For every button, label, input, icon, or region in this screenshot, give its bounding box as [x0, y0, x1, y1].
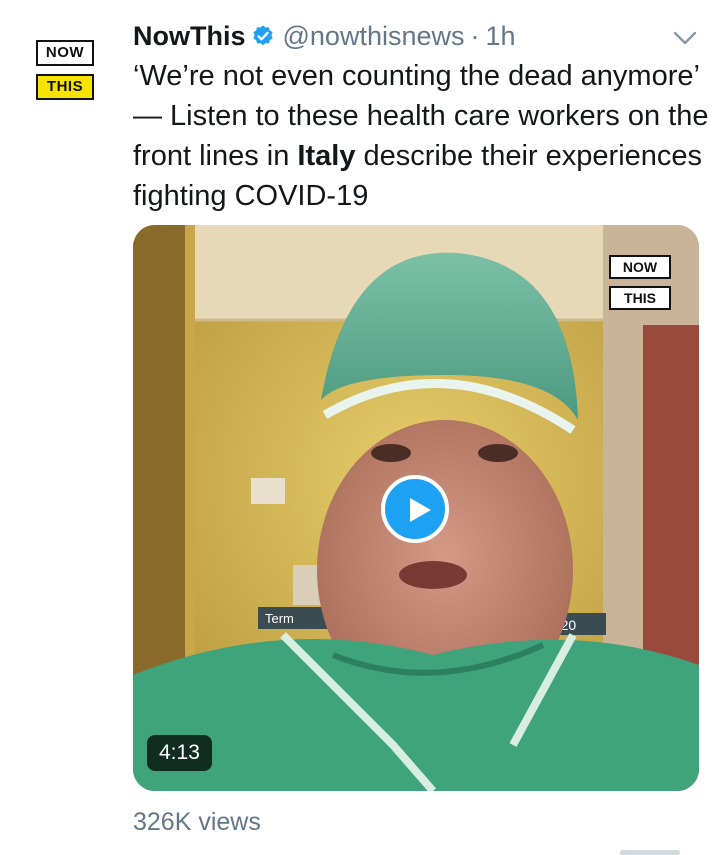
tweet-text: ‘We’re not even counting the dead anymor… [133, 56, 713, 216]
watermark-this: THIS [609, 286, 671, 310]
avatar-logo-this: THIS [36, 74, 94, 100]
scene-sign-left: Term [265, 611, 294, 626]
avatar[interactable]: NOW THIS [30, 34, 102, 106]
video-player[interactable]: Term 2020 NOW THIS 4:13 [133, 225, 699, 791]
tweet-text-bold: Italy [297, 140, 356, 172]
account-handle[interactable]: @nowthisnews [283, 21, 465, 52]
play-icon [410, 498, 431, 522]
video-watermark: NOW THIS [609, 255, 671, 317]
tweet-timestamp[interactable]: 1h [486, 21, 516, 52]
header-separator: · [470, 20, 480, 51]
play-button[interactable] [381, 475, 449, 543]
video-duration: 4:13 [147, 735, 212, 771]
verified-badge-icon [252, 25, 273, 46]
chevron-down-icon[interactable] [672, 28, 698, 48]
watermark-now: NOW [609, 255, 671, 279]
scroll-indicator [620, 850, 680, 855]
tweet-header: NowThis @nowthisnews · 1h [133, 16, 516, 56]
account-name[interactable]: NowThis [133, 21, 246, 52]
view-count: 326K views [133, 808, 261, 836]
avatar-logo-now: NOW [36, 40, 94, 66]
